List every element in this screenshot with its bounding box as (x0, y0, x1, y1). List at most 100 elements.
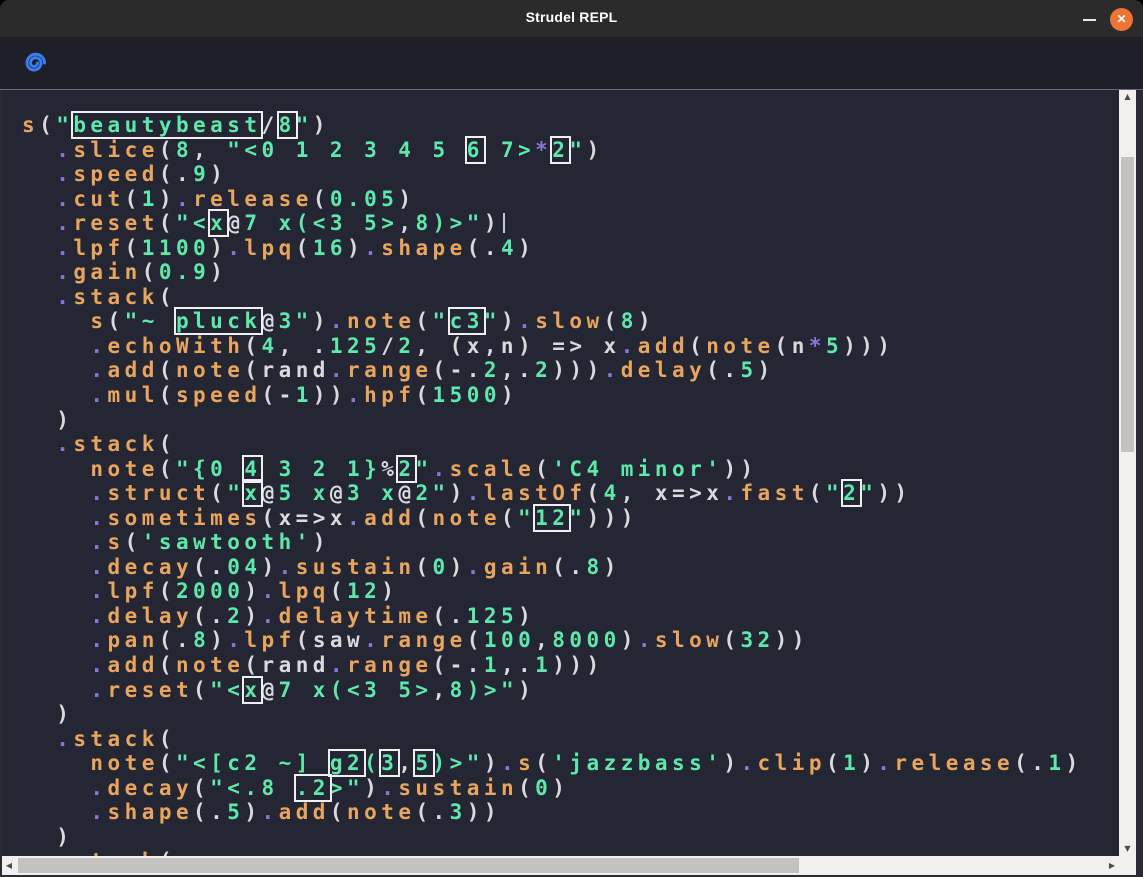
code-token: ) (22, 702, 73, 726)
code-token: mul (108, 383, 159, 407)
code-token: . (467, 555, 484, 579)
code-token: ( (775, 334, 792, 358)
code-token: ( (604, 309, 621, 333)
code-line: note("<[c2 ~] g2(3,5)>").s('jazzbass').c… (22, 751, 1083, 776)
code-token: ( (296, 628, 313, 652)
scroll-up-arrow-icon[interactable]: ▲ (1119, 90, 1136, 104)
code-token: 8)>" (450, 678, 518, 702)
strudel-logo-icon[interactable] (20, 48, 48, 78)
code-line: s("~ pluck@3").note("c3").slow(8) (22, 309, 1083, 334)
code-token: ( (193, 776, 210, 800)
titlebar[interactable]: Strudel REPL ✕ (0, 0, 1143, 37)
code-token: (. (467, 236, 501, 260)
code-token: rand (261, 653, 329, 677)
code-token: ) (450, 555, 467, 579)
code-token: cut (73, 187, 124, 211)
code-token: . (90, 358, 107, 382)
code-token: ( (415, 383, 432, 407)
code-token: 4 (501, 236, 518, 260)
code-token: (. (1014, 751, 1048, 775)
code-token: 1500 (433, 383, 501, 407)
code-token (22, 309, 90, 333)
code-token: . (90, 653, 107, 677)
code-line: .sometimes(x=>x.add(note("12"))) (22, 506, 1083, 531)
code-token: . (90, 383, 107, 407)
code-token: reset (73, 211, 159, 235)
code-token: note (706, 334, 774, 358)
code-token: (-. (433, 358, 484, 382)
code-token: ) (1065, 751, 1082, 775)
code-token: gain (484, 555, 552, 579)
code-line: .stack( (22, 285, 1083, 310)
code-token: @ (227, 211, 244, 235)
minimize-button[interactable] (1079, 10, 1101, 28)
code-token: saw (313, 628, 364, 652)
code-token: ) (518, 678, 535, 702)
code-token: . (330, 653, 347, 677)
code-token: struct (108, 481, 211, 505)
code-token: " (56, 113, 73, 137)
scroll-left-arrow-icon[interactable]: ◀ (2, 856, 16, 875)
code-token (22, 236, 56, 260)
code-token: ( (244, 653, 261, 677)
code-token: ) (638, 309, 655, 333)
code-token: . (740, 751, 757, 775)
active-event-highlight: x (244, 481, 261, 505)
code-token: ) (450, 481, 467, 505)
code-token: . (381, 776, 398, 800)
code-token: . (90, 678, 107, 702)
code-token: . (90, 555, 107, 579)
code-token (22, 800, 90, 824)
code-token: lastOf (484, 481, 587, 505)
vertical-scrollbar[interactable]: ▲ ▼ (1119, 90, 1136, 856)
code-token: ) (244, 579, 261, 603)
active-event-highlight: x (244, 678, 261, 702)
code-token: 125 (330, 334, 381, 358)
code-line: .mul(speed(-1)).hpf(1500) (22, 383, 1083, 408)
horizontal-scrollbar-thumb[interactable] (18, 858, 799, 873)
code-token: ) (210, 236, 227, 260)
code-token: . (90, 506, 107, 530)
code-line: .lpf(1100).lpq(16).shape(.4) (22, 236, 1083, 261)
active-event-highlight: g2 (330, 751, 364, 775)
code-line: note("{0 4 3 2 1}%2".scale('C4 minor')) (22, 457, 1083, 482)
scroll-right-arrow-icon[interactable]: ▶ (1105, 856, 1119, 875)
active-event-highlight: 3 (381, 751, 398, 775)
code-token: ) (210, 260, 227, 284)
code-token: note (90, 751, 158, 775)
code-token: . (90, 800, 107, 824)
code-token: 3" (279, 309, 313, 333)
code-token: 5 (227, 800, 244, 824)
code-editor[interactable]: s("beautybeast/8") .slice(8, "<0 1 2 3 4… (2, 90, 1119, 856)
active-event-highlight: 12 (535, 506, 569, 530)
code-line: .add(note(rand.range(-.1,.1))) (22, 653, 1083, 678)
code-token: ) (313, 530, 330, 554)
code-token: 2 (398, 334, 415, 358)
code-token: . (90, 334, 107, 358)
code-token: lpf (244, 628, 295, 652)
code-token: " (296, 113, 313, 137)
code-token: . (56, 432, 73, 456)
code-token: 9 (193, 162, 210, 186)
active-event-highlight: beautybeast (73, 113, 261, 137)
code-token: 2000 (176, 579, 244, 603)
code-token: ( (689, 334, 706, 358)
code-token: 2" (415, 481, 449, 505)
code-token: . (877, 751, 894, 775)
code-token: . (364, 628, 381, 652)
code-line: .reset("<x@7 x(<3 5>,8)>") (22, 211, 1083, 236)
code-token: ) (501, 383, 518, 407)
code-token (22, 530, 90, 554)
code-token (22, 751, 90, 775)
code-token: ( (723, 628, 740, 652)
vertical-scrollbar-thumb[interactable] (1121, 157, 1134, 452)
code-token: 7> (484, 138, 535, 162)
horizontal-scrollbar[interactable]: ◀ ▶ (2, 856, 1136, 875)
code-token: "{0 (176, 457, 244, 481)
code-token: @ (330, 481, 347, 505)
code-token: "<.8 (210, 776, 296, 800)
close-button[interactable]: ✕ (1110, 8, 1133, 31)
code-token: )>" (433, 751, 484, 775)
code-token: slow (535, 309, 603, 333)
scroll-down-arrow-icon[interactable]: ▼ (1119, 842, 1136, 856)
